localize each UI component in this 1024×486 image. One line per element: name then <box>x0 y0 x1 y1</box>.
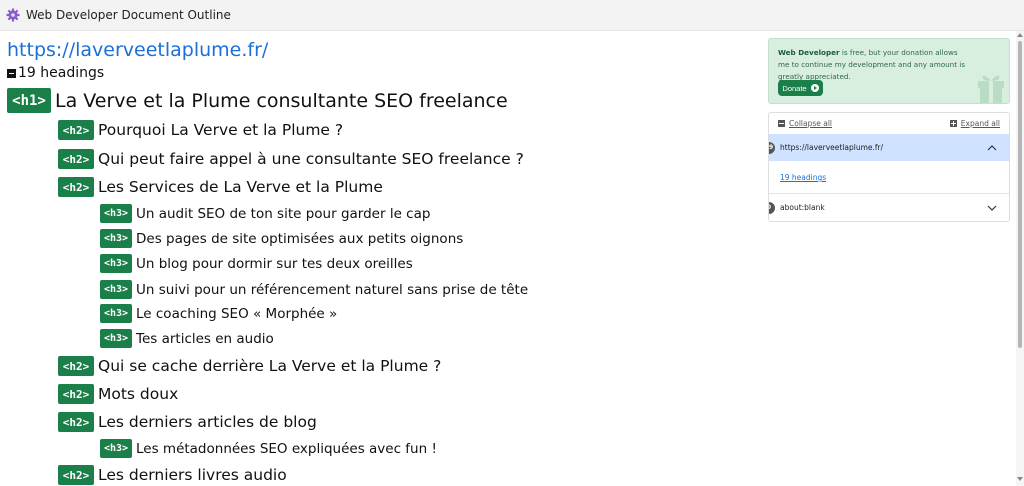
arrow-right-icon <box>810 84 819 92</box>
heading-row[interactable]: <h3> Le coaching SEO « Morphée » <box>100 304 337 323</box>
heading-text: La Verve et la Plume consultante SEO fre… <box>55 89 508 112</box>
collapse-icon <box>778 120 785 127</box>
heading-row[interactable]: <h2> Les derniers livres audio <box>58 465 287 485</box>
heading-text: Les derniers articles de blog <box>98 413 317 431</box>
heading-row[interactable]: <h2> Mots doux <box>58 384 178 404</box>
collapse-icon[interactable] <box>7 68 16 78</box>
heading-row[interactable]: <h2> Les Services de La Verve et la Plum… <box>58 177 383 197</box>
heading-tag-badge: <h3> <box>100 280 132 299</box>
donation-banner: Web Developer is free, but your donation… <box>768 38 1010 104</box>
page-url: about:blank <box>780 203 825 212</box>
heading-tag-badge: <h2> <box>58 465 94 485</box>
expand-all-label: Expand all <box>960 119 1000 128</box>
title-bar: Web Developer Document Outline <box>0 0 1024 31</box>
heading-text: Qui peut faire appel à une consultante S… <box>98 150 524 168</box>
heading-row[interactable]: <h3> Des pages de site optimisées aux pe… <box>100 229 463 248</box>
heading-tag-badge: <h3> <box>100 254 132 273</box>
heading-text: Un blog pour dormir sur tes deux oreille… <box>136 255 413 272</box>
heading-tag-badge: <h2> <box>58 412 94 432</box>
heading-row[interactable]: <h2> Qui se cache derrière La Verve et l… <box>58 356 441 376</box>
vertical-scrollbar[interactable] <box>1016 31 1024 486</box>
heading-tag-badge: <h2> <box>58 177 94 197</box>
scroll-up-arrow-icon[interactable] <box>1017 33 1023 37</box>
heading-tag-badge: <h3> <box>100 439 132 458</box>
heading-tag-badge: <h2> <box>58 120 94 140</box>
page-row-selected[interactable]: 19 https://laverveetlaplume.fr/ <box>769 134 1009 161</box>
panel-controls: Collapse all Expand all <box>769 113 1009 133</box>
heading-row[interactable]: <h3> Un suivi pour un référencement natu… <box>100 280 528 299</box>
expand-all-button[interactable]: Expand all <box>949 119 1000 128</box>
heading-text: Qui se cache derrière La Verve et la Plu… <box>98 357 442 375</box>
pages-panel: Collapse all Expand all 19 https://laver… <box>768 112 1010 222</box>
heading-row[interactable]: <h2> Qui peut faire appel à une consulta… <box>58 149 524 169</box>
web-developer-gear-icon <box>6 8 20 22</box>
heading-row[interactable]: <h2> Pourquoi La Verve et la Plume ? <box>58 120 343 140</box>
heading-tag-badge: <h1> <box>7 88 51 113</box>
document-outline: https://laverveetlaplume.fr/ 19 headings… <box>0 31 760 486</box>
collapse-all-button[interactable]: Collapse all <box>778 119 832 128</box>
donate-label: Donate <box>782 83 807 93</box>
scroll-down-arrow-icon[interactable] <box>1017 477 1023 481</box>
heading-text: Pourquoi La Verve et la Plume ? <box>98 121 344 139</box>
expand-icon <box>949 120 957 127</box>
collapse-all-label: Collapse all <box>789 119 833 128</box>
heading-tag-badge: <h3> <box>100 329 132 348</box>
headings-link[interactable]: 19 headings <box>780 173 826 182</box>
heading-row[interactable]: <h3> Un blog pour dormir sur tes deux or… <box>100 254 413 273</box>
heading-count: 19 headings <box>18 65 105 81</box>
page-row[interactable]: 0 about:blank <box>769 193 1009 221</box>
heading-count-badge: 19 <box>769 141 775 154</box>
heading-row[interactable]: <h2> Les derniers articles de blog <box>58 412 317 432</box>
heading-tag-badge: <h3> <box>100 304 132 323</box>
heading-count-badge: 0 <box>769 201 775 214</box>
heading-tag-badge: <h2> <box>58 384 94 404</box>
heading-text: Des pages de site optimisées aux petits … <box>136 230 464 247</box>
heading-text: Le coaching SEO « Morphée » <box>136 305 338 322</box>
scrollbar-thumb[interactable] <box>1018 41 1022 348</box>
heading-row[interactable]: <h3> Un audit SEO de ton site pour garde… <box>100 204 430 223</box>
heading-text: Mots doux <box>98 385 179 403</box>
heading-text: Tes articles en audio <box>136 330 274 347</box>
heading-row[interactable]: <h3> Tes articles en audio <box>100 329 274 348</box>
heading-tag-badge: <h2> <box>58 356 94 376</box>
heading-text: Les Services de La Verve et la Plume <box>98 178 383 196</box>
headings-toggle[interactable]: 19 headings <box>7 65 104 81</box>
heading-text: Les métadonnées SEO expliquées avec fun … <box>136 440 437 457</box>
chevron-down-icon[interactable] <box>987 203 997 213</box>
heading-tag-badge: <h3> <box>100 229 132 248</box>
heading-row[interactable]: <h1> La Verve et la Plume consultante SE… <box>7 88 508 113</box>
donation-message: Web Developer is free, but your donation… <box>778 47 970 83</box>
heading-text: Un suivi pour un référencement naturel s… <box>136 281 529 298</box>
brand-name: Web Developer <box>778 48 840 57</box>
heading-text: Un audit SEO de ton site pour garder le … <box>136 205 431 222</box>
heading-row[interactable]: <h3> Les métadonnées SEO expliquées avec… <box>100 439 437 458</box>
heading-tag-badge: <h2> <box>58 149 94 169</box>
heading-text: Les derniers livres audio <box>98 466 287 484</box>
gift-icon <box>978 75 1004 103</box>
page-url: https://laverveetlaplume.fr/ <box>780 143 884 152</box>
chevron-up-icon[interactable] <box>987 143 997 153</box>
heading-tag-badge: <h3> <box>100 204 132 223</box>
page-url-link[interactable]: https://laverveetlaplume.fr/ <box>7 39 268 61</box>
window-title: Web Developer Document Outline <box>26 8 231 22</box>
donate-button[interactable]: Donate <box>778 80 823 96</box>
